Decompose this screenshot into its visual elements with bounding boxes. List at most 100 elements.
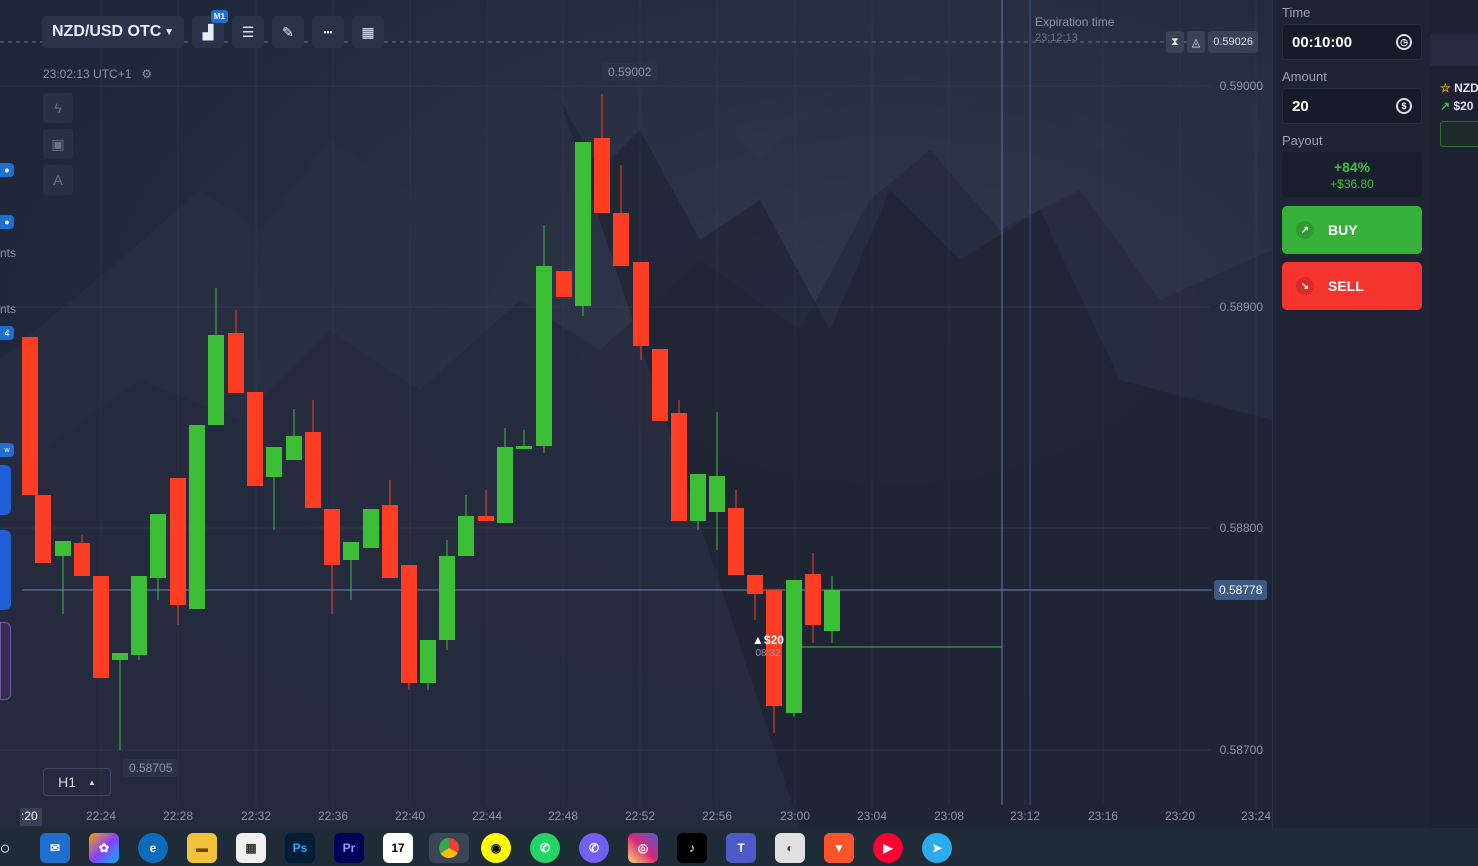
drawing-button[interactable]: ✎ — [272, 16, 304, 48]
layout-button[interactable]: ▦ — [352, 16, 384, 48]
expiration-info: Expiration time 23:12:13 — [1035, 14, 1114, 46]
candle-body — [652, 349, 668, 421]
sell-button[interactable]: ↘ SELL — [1282, 262, 1422, 310]
hourglass-button[interactable]: ⧗ — [1166, 31, 1184, 53]
indicators-button[interactable]: ☰ — [232, 16, 264, 48]
premiere-app-icon[interactable]: Pr — [334, 833, 364, 863]
time-axis-label: 22:48 — [548, 809, 578, 823]
trading-app: 0.59000 0.58900 0.58800 0.58700 22:24 22:28 22… — [0, 0, 1478, 866]
trade-entry-pair-label: NZD — [1454, 81, 1478, 95]
arrow-up-icon: ↗ — [1440, 99, 1451, 113]
letter-a-icon: A — [53, 172, 63, 188]
trades-sidebar-header[interactable] — [1430, 34, 1478, 66]
time-axis-label: 22:56 — [702, 809, 732, 823]
grid-icon: ▦ — [361, 23, 375, 40]
sliders-icon: ☰ — [241, 23, 255, 40]
live-price-tag: 0.58778 — [1214, 580, 1268, 600]
candle-body — [613, 213, 629, 266]
time-input[interactable]: 00:10:00 ◷ — [1282, 24, 1422, 60]
gear-icon[interactable]: ⚙ — [141, 67, 152, 81]
photoshop-app-icon[interactable]: Ps — [285, 833, 315, 863]
candle-body — [247, 392, 263, 486]
time-value: 00:10:00 — [1292, 33, 1353, 51]
chart-side-tools: ϟ ▣ A — [43, 93, 73, 195]
candle-body — [74, 543, 90, 576]
teams-app-icon[interactable]: T — [726, 833, 756, 863]
time-axis-label: 23:24 — [1241, 809, 1271, 823]
chart-type-button[interactable]: ▟ M1 — [192, 10, 228, 48]
copilot-app-icon[interactable]: ✿ — [89, 833, 119, 863]
amount-input[interactable]: 20 $ — [1282, 88, 1422, 124]
candle-body — [709, 476, 725, 512]
candle-body — [439, 556, 455, 640]
time-axis-partial-label: :20 — [21, 809, 38, 823]
edge-app-icon[interactable]: e — [138, 833, 168, 863]
telegram-app-icon[interactable]: ➤ — [922, 833, 952, 863]
buy-button[interactable]: ↗ BUY — [1282, 206, 1422, 254]
timeframe-selector[interactable]: H1 ▲ — [43, 768, 111, 796]
arrow-down-right-icon: ↘ — [1296, 277, 1314, 295]
candle-body — [420, 640, 436, 683]
left-strip-purple-tab[interactable] — [0, 622, 11, 700]
asset-selector-button[interactable]: NZD/USD OTC ▼ — [42, 16, 184, 48]
low-price-label: 0.58705 — [123, 759, 179, 777]
open-trade-marker[interactable]: ▲$20 08:32 — [752, 634, 784, 660]
store-app-icon[interactable]: ▦ — [236, 833, 266, 863]
candle-body — [556, 271, 572, 297]
search-icon[interactable]: ○ — [0, 833, 20, 863]
chrome-app-icon[interactable] — [429, 833, 469, 863]
candle-body — [458, 516, 474, 556]
left-strip-count-badge[interactable]: 4 — [0, 326, 14, 340]
dashes-icon: ┅ — [323, 23, 333, 40]
mail-app-icon[interactable]: ✉ — [40, 833, 70, 863]
trade-entry-progress — [1440, 121, 1478, 147]
text-tool-button[interactable]: A — [43, 165, 73, 195]
candle-body — [22, 337, 38, 495]
candle-body — [478, 516, 494, 521]
candle-body — [633, 262, 649, 346]
trade-entry-pair[interactable]: ☆ NZD — [1440, 81, 1478, 95]
lightning-button[interactable]: ϟ — [43, 93, 73, 123]
notification-badge-1[interactable]: ● — [0, 163, 14, 177]
caret-down-icon: ▼ — [164, 26, 174, 38]
instagram-app-icon[interactable]: ◎ — [628, 833, 658, 863]
buy-label: BUY — [1328, 222, 1358, 238]
brave-app-icon[interactable]: ▼ — [824, 833, 854, 863]
viber-app-icon[interactable]: ✆ — [579, 833, 609, 863]
brush-icon: ✎ — [282, 23, 294, 40]
tradingview-app-icon[interactable]: 17 — [383, 833, 413, 863]
folder-app-icon[interactable]: ▬ — [187, 833, 217, 863]
whatsapp-app-icon[interactable]: ✆ — [530, 833, 560, 863]
hourglass-icon: ⧗ — [1171, 35, 1179, 48]
os-taskbar: ○ ✉ ✿ e ▬ ▦ Ps Pr 17 ◉ ✆ ✆ ◎ ♪ T ◐ ▼ ▶ ➤ — [0, 828, 1478, 866]
time-axis-label: 23:00 — [780, 809, 810, 823]
left-strip-blue-tab-2[interactable] — [0, 530, 11, 610]
trades-sidebar: ☆ NZD ↗ $20 — [1430, 0, 1478, 828]
price-chart[interactable]: 0.59000 0.58900 0.58800 0.58700 22:24 22:28 22… — [0, 0, 1272, 828]
clock-icon[interactable]: ◷ — [1396, 34, 1412, 50]
price-axis-label: 0.58900 — [1220, 300, 1264, 314]
trade-entry-amount: ↗ $20 — [1440, 99, 1473, 113]
time-axis-label: 22:36 — [318, 809, 348, 823]
snapchat-app-icon[interactable]: ◉ — [481, 833, 511, 863]
time-axis-label: 22:24 — [86, 809, 116, 823]
time-axis-label: 23:16 — [1088, 809, 1118, 823]
alert-button[interactable]: ◬ — [1186, 31, 1206, 53]
candle-body — [286, 436, 302, 460]
youtube-music-app-icon[interactable]: ▶ — [873, 833, 903, 863]
left-strip-new-badge[interactable]: w — [0, 443, 14, 457]
notification-badge-2[interactable]: ● — [0, 215, 14, 229]
candle-body — [363, 509, 379, 548]
gift-button[interactable]: ▣ — [43, 129, 73, 159]
left-strip-blue-tab-1[interactable] — [0, 465, 11, 515]
line-tool-button[interactable]: ┅ — [312, 16, 344, 48]
tiktok-app-icon[interactable]: ♪ — [677, 833, 707, 863]
paint-app-icon[interactable]: ◐ — [775, 833, 805, 863]
dollar-icon[interactable]: $ — [1396, 98, 1412, 114]
candle-body — [305, 432, 321, 508]
time-axis-label: 23:04 — [857, 809, 887, 823]
candle-body — [228, 333, 244, 393]
chart-toolbar: NZD/USD OTC ▼ ▟ M1 ☰ ✎ ┅ ▦ — [42, 10, 384, 48]
candle-body — [150, 514, 166, 578]
candle-body — [382, 505, 398, 578]
